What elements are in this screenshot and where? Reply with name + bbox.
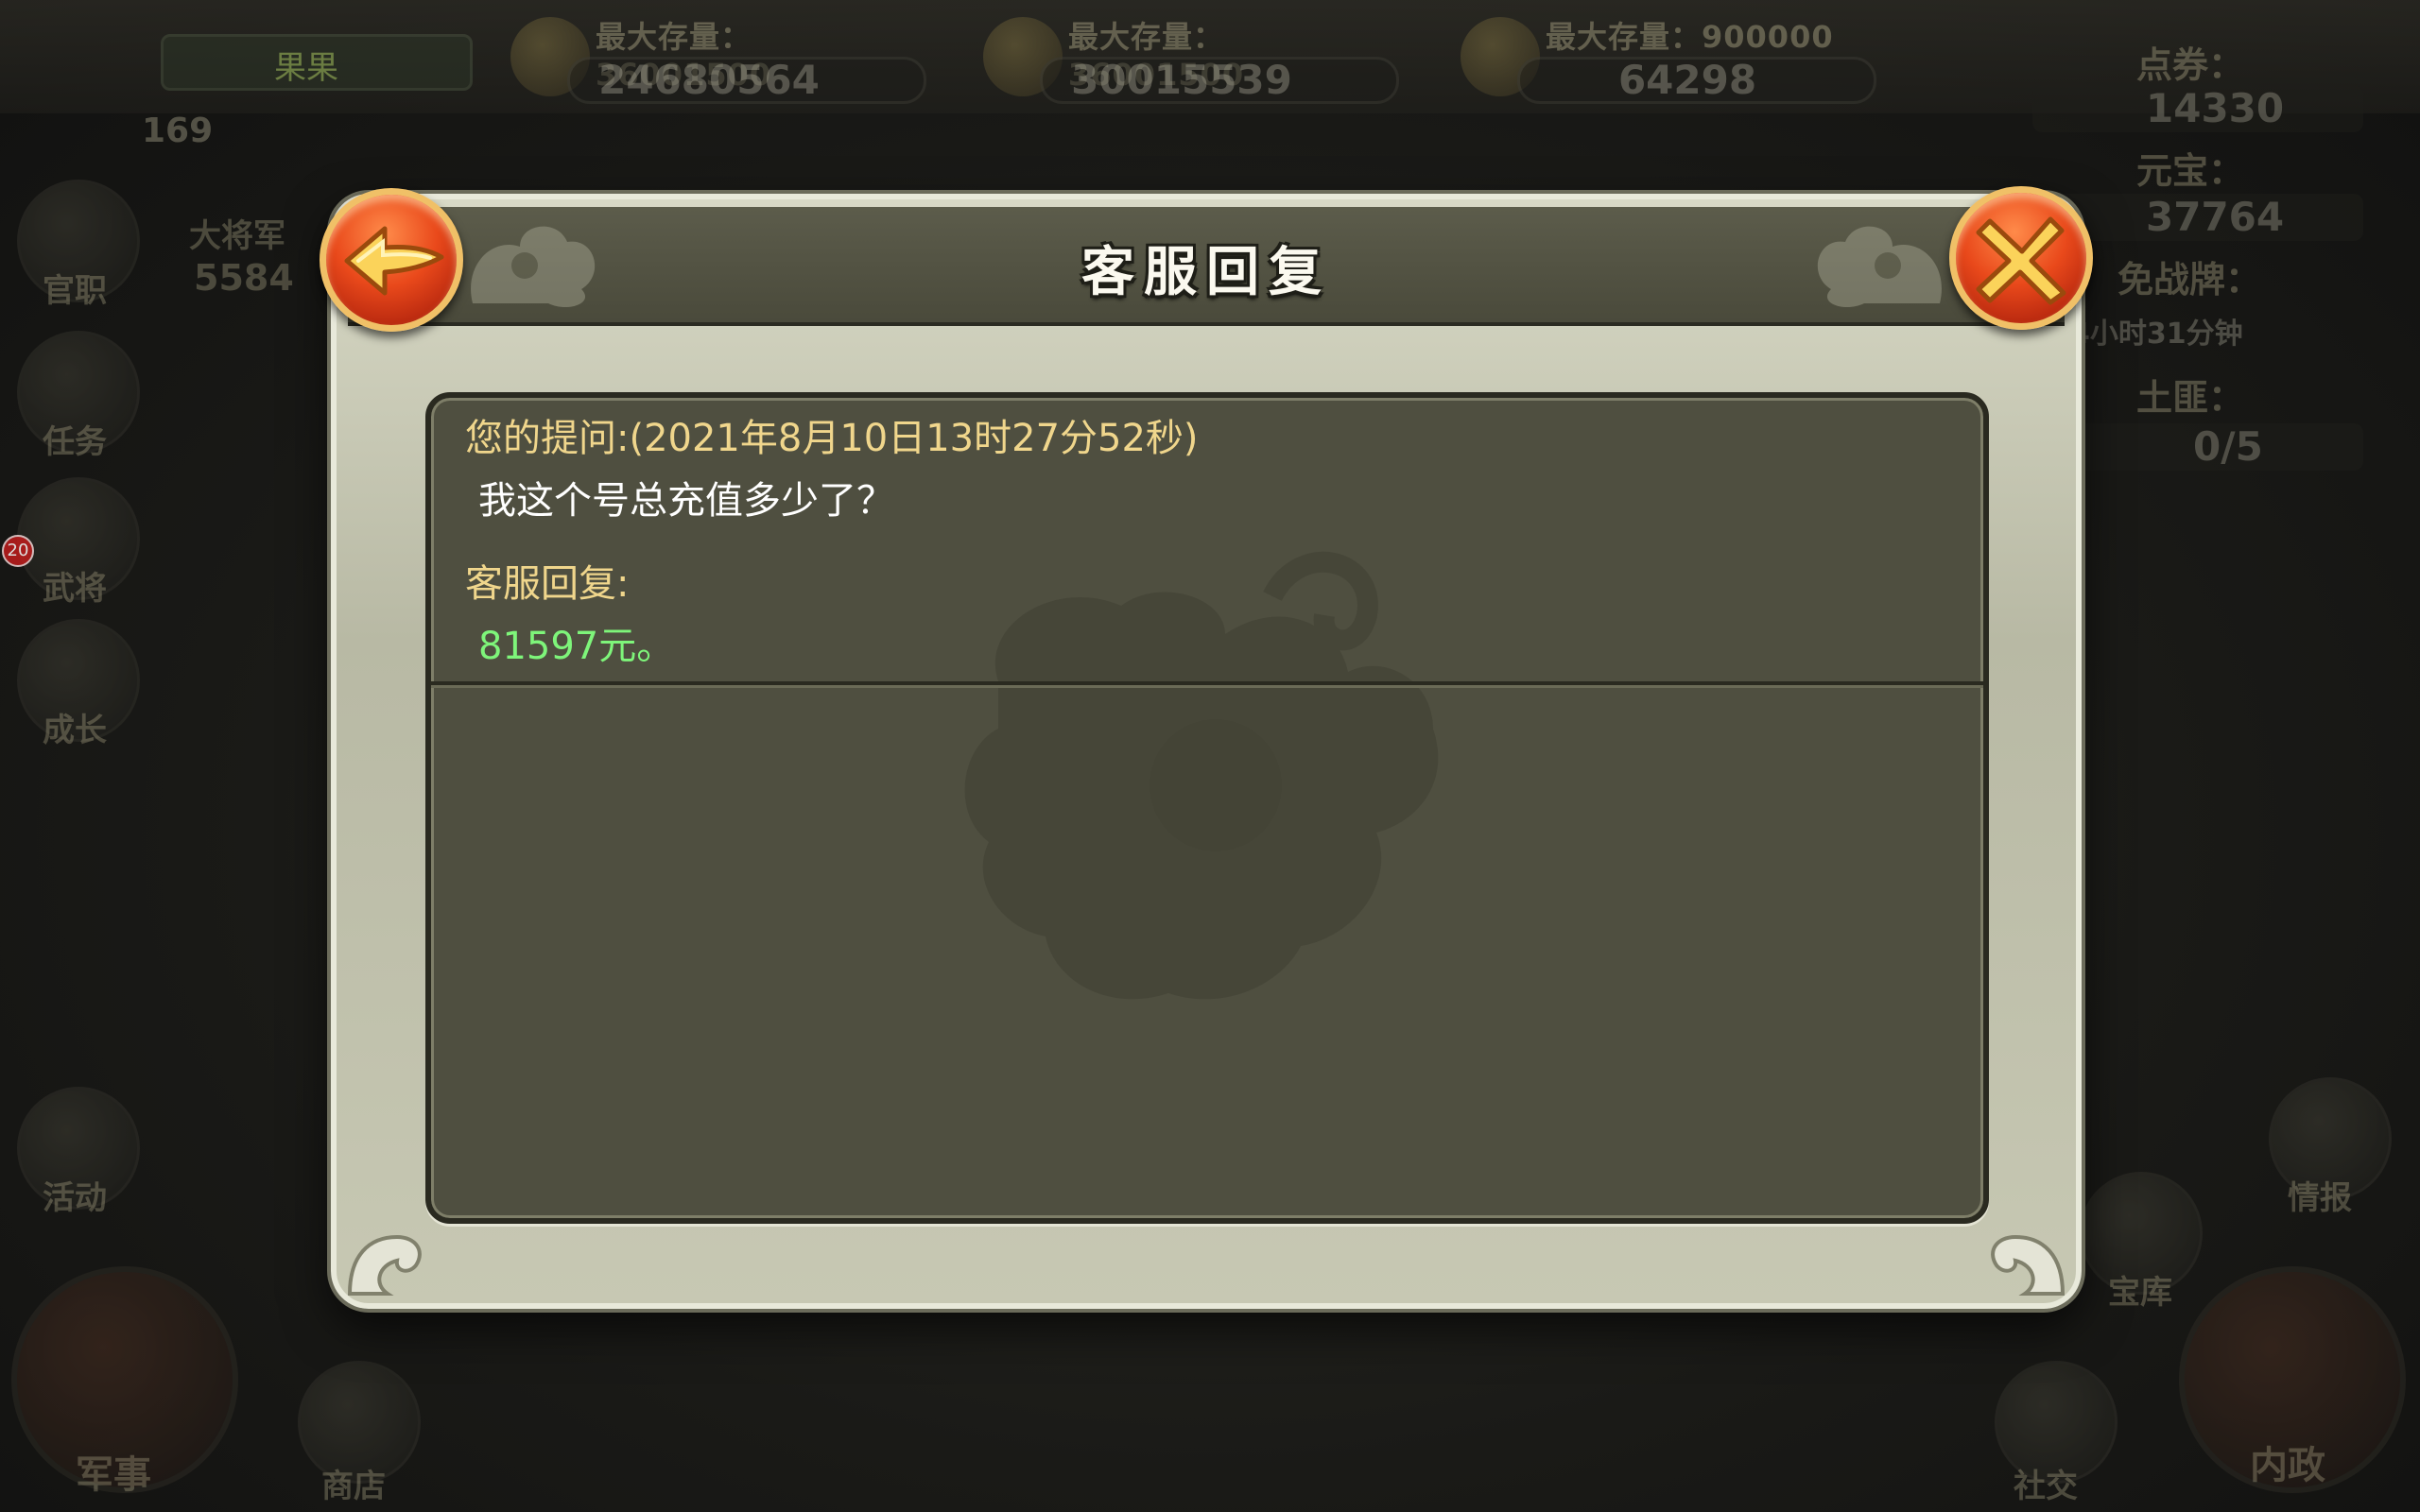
internal-affairs-label: 内政 (2250, 1444, 2325, 1487)
bandit-value: 0/5 (2193, 423, 2263, 470)
resource-grain[interactable]: 最大存量：36001500 24680564 (510, 8, 926, 104)
player-name: 果果 (274, 49, 338, 87)
truce-value: 4小时31分钟 (2070, 318, 2243, 351)
message-panel[interactable]: 您的提问:(2021年8月10日13时27分52秒) 我这个号总充值多少了？ 客… (425, 392, 1989, 1224)
game-screen: 果果 169 最大存量：36001500 24680564 最大存量：36001… (0, 0, 2420, 1512)
points-label: 点券： (2136, 44, 2245, 86)
treasury-label: 宝库 (2108, 1274, 2172, 1312)
resource-value: 24680564 (598, 57, 820, 103)
dialog-title: 客服回复 (1081, 241, 1331, 303)
bandit-label: 土匪： (2136, 377, 2245, 419)
resource-value: 30015539 (1071, 57, 1292, 103)
resource-cap-label: 最大存量：900000 (1546, 19, 1834, 55)
shop-label: 商店 (321, 1468, 386, 1505)
back-button[interactable] (320, 188, 463, 332)
official-rank-label: 官职 (43, 272, 107, 310)
resource-wood[interactable]: 最大存量：36001500 30015539 (983, 8, 1399, 104)
message-divider (431, 681, 1983, 685)
ingot-label: 元宝： (2136, 150, 2245, 192)
reply-text: 81597元。 (478, 625, 675, 668)
corner-ornament-icon (1991, 1234, 2066, 1296)
general-value: 5584 (194, 257, 294, 299)
question-header: 您的提问:(2021年8月10日13时27分52秒) (465, 417, 1199, 460)
events-label: 活动 (43, 1179, 107, 1217)
growth-label: 成长 (43, 712, 107, 749)
close-x-icon (1976, 216, 2066, 305)
ingot-value: 37764 (2146, 194, 2285, 240)
social-label: 社交 (2014, 1468, 2078, 1505)
resource-iron[interactable]: 最大存量：900000 64298 (1461, 8, 1876, 104)
reply-header: 客服回复: (465, 562, 630, 606)
player-level: 169 (142, 112, 214, 150)
question-text: 我这个号总充值多少了？ (478, 479, 894, 523)
truce-label: 免战牌： (2118, 259, 2262, 301)
resource-value: 64298 (1617, 57, 1757, 103)
corner-ornament-icon (347, 1234, 422, 1296)
tiger-emblem-icon (964, 551, 1439, 1000)
notification-badge: 20 (2, 535, 34, 567)
military-label: 军事 (76, 1453, 151, 1497)
general-title: 大将军 (189, 217, 285, 255)
back-arrow-icon (344, 226, 444, 296)
customer-service-reply-dialog: 客服回复 您的提问:(2021年8月10日13时27分52秒) 我这个号总充值多… (320, 186, 2093, 1309)
quest-label: 任务 (43, 423, 107, 461)
intel-label: 情报 (2288, 1179, 2352, 1217)
close-button[interactable] (1949, 186, 2093, 330)
generals-label: 武将 (43, 570, 107, 608)
points-value: 14330 (2146, 85, 2285, 131)
